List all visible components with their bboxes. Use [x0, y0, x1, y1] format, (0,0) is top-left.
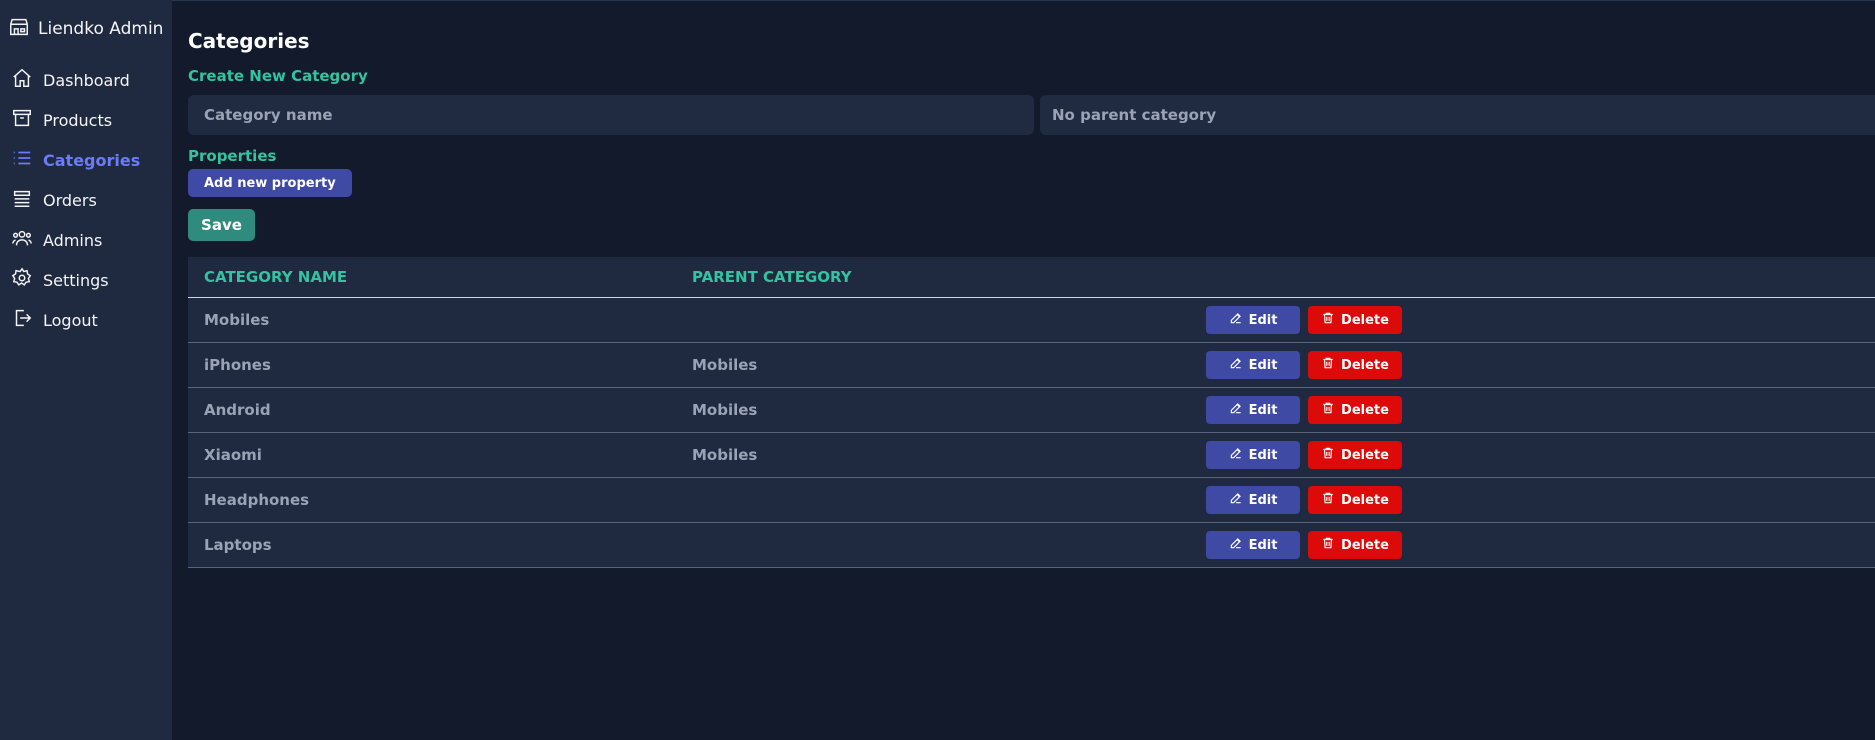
header-category-name: CATEGORY NAME — [204, 268, 348, 286]
gear-icon — [11, 267, 33, 293]
trash-icon — [1321, 311, 1335, 329]
delete-button[interactable]: Delete — [1308, 531, 1402, 559]
trash-icon — [1321, 356, 1335, 374]
category-name-cell: Headphones — [204, 491, 310, 509]
create-category-heading: Create New Category — [188, 67, 368, 85]
row-actions: Edit Delete — [1204, 351, 1875, 379]
parent-category-selected: No parent category — [1052, 106, 1217, 124]
delete-button[interactable]: Delete — [1308, 486, 1402, 514]
edit-label: Edit — [1248, 447, 1278, 463]
sidebar-item-label: Orders — [43, 190, 97, 210]
parent-category-cell: Mobiles — [692, 446, 758, 464]
sidebar-item-label: Categories — [43, 150, 141, 170]
table-row: iPhones Mobiles Edit Delete — [188, 343, 1875, 388]
sidebar-item-settings[interactable]: Settings — [0, 260, 172, 300]
parent-category-cell: Mobiles — [692, 356, 758, 374]
category-name-input[interactable] — [188, 95, 1034, 135]
category-name-cell: Xiaomi — [204, 446, 262, 464]
table-row: Mobiles Edit Delete — [188, 298, 1875, 343]
table-row: Laptops Edit Delete — [188, 523, 1875, 568]
edit-button[interactable]: Edit — [1206, 486, 1300, 514]
delete-label: Delete — [1341, 357, 1389, 373]
pencil-icon — [1229, 491, 1243, 509]
logout-icon — [11, 307, 33, 333]
sidebar-item-label: Logout — [43, 310, 98, 330]
sidebar-item-categories[interactable]: Categories — [0, 140, 172, 180]
delete-label: Delete — [1341, 312, 1389, 328]
header-parent-category: PARENT CATEGORY — [692, 268, 852, 286]
table-row: Xiaomi Mobiles Edit Delete — [188, 433, 1875, 478]
archive-box-icon — [11, 107, 33, 133]
trash-icon — [1321, 491, 1335, 509]
category-name-cell: Android — [204, 401, 271, 419]
sidebar-item-orders[interactable]: Orders — [0, 180, 172, 220]
edit-button[interactable]: Edit — [1206, 396, 1300, 424]
delete-button[interactable]: Delete — [1308, 441, 1402, 469]
row-actions: Edit Delete — [1204, 531, 1875, 559]
edit-label: Edit — [1248, 537, 1278, 553]
delete-label: Delete — [1341, 492, 1389, 508]
sidebar-item-label: Admins — [43, 230, 103, 250]
pencil-icon — [1229, 536, 1243, 554]
parent-category-select[interactable]: No parent category — [1040, 95, 1875, 135]
table-body: Mobiles Edit Delete iPhones Mobiles Edit Delet… — [188, 298, 1875, 568]
sidebar-item-dashboard[interactable]: Dashboard — [0, 60, 172, 100]
category-name-cell: Laptops — [204, 536, 272, 554]
edit-button[interactable]: Edit — [1206, 531, 1300, 559]
properties-label: Properties — [188, 147, 277, 165]
pencil-icon — [1229, 311, 1243, 329]
row-actions: Edit Delete — [1204, 441, 1875, 469]
brand-title: Liendko Admin — [38, 19, 164, 39]
sidebar: Liendko Admin Dashboard Products Categor… — [0, 0, 172, 740]
delete-label: Delete — [1341, 447, 1389, 463]
edit-label: Edit — [1248, 312, 1278, 328]
category-name-cell: Mobiles — [204, 311, 270, 329]
delete-button[interactable]: Delete — [1308, 351, 1402, 379]
store-icon — [8, 16, 30, 43]
trash-icon — [1321, 446, 1335, 464]
delete-label: Delete — [1341, 537, 1389, 553]
sidebar-item-label: Settings — [43, 270, 109, 290]
pencil-icon — [1229, 446, 1243, 464]
trash-icon — [1321, 401, 1335, 419]
users-icon — [11, 227, 33, 253]
brand[interactable]: Liendko Admin — [0, 16, 172, 42]
sidebar-item-label: Dashboard — [43, 70, 130, 90]
save-button[interactable]: Save — [188, 209, 255, 241]
pencil-icon — [1229, 356, 1243, 374]
delete-button[interactable]: Delete — [1308, 306, 1402, 334]
sidebar-item-logout[interactable]: Logout — [0, 300, 172, 340]
category-name-cell: iPhones — [204, 356, 271, 374]
edit-label: Edit — [1248, 357, 1278, 373]
delete-label: Delete — [1341, 402, 1389, 418]
trash-icon — [1321, 536, 1335, 554]
category-form-row: No parent category — [188, 95, 1875, 135]
parent-category-cell: Mobiles — [692, 401, 758, 419]
queue-list-icon — [11, 187, 33, 213]
table-row: Android Mobiles Edit Delete — [188, 388, 1875, 433]
add-property-button[interactable]: Add new property — [188, 169, 352, 197]
delete-button[interactable]: Delete — [1308, 396, 1402, 424]
row-actions: Edit Delete — [1204, 396, 1875, 424]
home-icon — [11, 67, 33, 93]
pencil-icon — [1229, 401, 1243, 419]
sidebar-item-admins[interactable]: Admins — [0, 220, 172, 260]
sidebar-item-products[interactable]: Products — [0, 100, 172, 140]
page-title: Categories — [188, 29, 310, 53]
edit-button[interactable]: Edit — [1206, 306, 1300, 334]
sidebar-nav: Dashboard Products Categories Orders Adm… — [0, 60, 172, 340]
table-row: Headphones Edit Delete — [188, 478, 1875, 523]
row-actions: Edit Delete — [1204, 486, 1875, 514]
row-actions: Edit Delete — [1204, 306, 1875, 334]
edit-button[interactable]: Edit — [1206, 441, 1300, 469]
categories-table: CATEGORY NAME PARENT CATEGORY Mobiles Edi… — [188, 257, 1875, 568]
table-header: CATEGORY NAME PARENT CATEGORY — [188, 257, 1875, 298]
app: Liendko Admin Dashboard Products Categor… — [0, 0, 1875, 740]
sidebar-item-label: Products — [43, 110, 113, 130]
main-content: Categories Create New Category No parent… — [172, 0, 1875, 740]
list-icon — [11, 147, 33, 173]
edit-label: Edit — [1248, 492, 1278, 508]
edit-label: Edit — [1248, 402, 1278, 418]
edit-button[interactable]: Edit — [1206, 351, 1300, 379]
